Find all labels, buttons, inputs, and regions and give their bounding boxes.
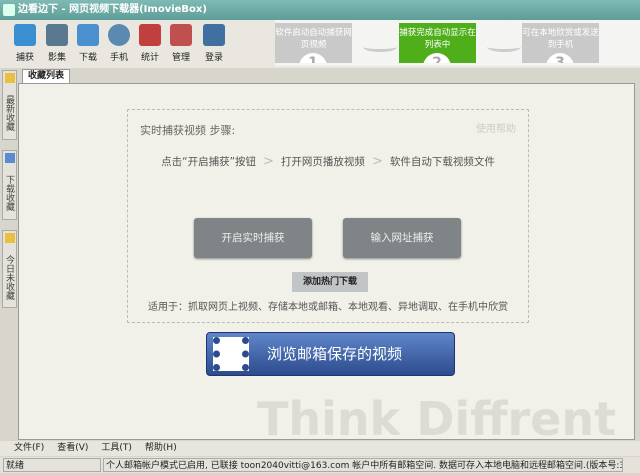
chart-icon [139, 24, 161, 46]
side-tab-1[interactable]: 最新收藏 [2, 70, 17, 140]
tab-favorites[interactable]: 收藏列表 [22, 69, 71, 83]
step-text: 捕获完成自动显示在列表中 [399, 28, 476, 50]
download-icon [77, 24, 99, 46]
url-capture-button[interactable]: 输入网址捕获 [343, 218, 461, 258]
label: 手机 [109, 53, 128, 63]
flow-step: 打开网页播放视频 [280, 156, 365, 168]
heading: 实时捕获视频 步骤: [140, 124, 236, 137]
add-hot-download-button[interactable]: 添加热门下载 [292, 272, 368, 292]
film-icon [46, 24, 68, 46]
menu-file[interactable]: 文件(F) [14, 443, 44, 453]
watermark: Think Diffrent [257, 392, 617, 440]
arrow-icon [487, 42, 521, 52]
usage-text: 适用于：抓取网页上视频、存储本地或邮箱、本地观看、异地调取、在手机中欣赏 [148, 302, 508, 313]
menu-tools[interactable]: 工具(T) [101, 443, 132, 453]
pencil-icon [5, 233, 15, 243]
step-number: 3 [546, 53, 574, 63]
step-text: 可在本地欣赏或发送到手机 [522, 28, 599, 50]
steps-banner: 软件启动自动捕获网页视频 1 捕获完成自动显示在列表中 2 可在本地欣赏或发送到手机… [275, 20, 640, 66]
label: 登录 [204, 53, 223, 63]
app-icon [3, 4, 15, 16]
status-bar: 就绪 个人邮箱帐户模式已启用, 已联接 toon2040vitti@163.co… [0, 457, 640, 473]
label: 下载 [78, 53, 97, 63]
label: 捕获 [15, 53, 34, 63]
main-panel: 实时捕获视频 步骤: 使用帮助 点击“开启捕获”按钮 > 打开网页播放视频 > 软件自动… [18, 83, 635, 440]
step-2: 捕获完成自动显示在列表中 2 [399, 23, 476, 63]
download-icon [5, 153, 15, 163]
label: 今日未收藏 [4, 254, 14, 300]
browse-mailbox-videos-button[interactable]: 浏览邮箱保存的视频 [206, 332, 455, 376]
menu-view[interactable]: 查看(V) [57, 443, 88, 453]
label: 影集 [47, 53, 66, 63]
capture-steps-box: 实时捕获视频 步骤: 使用帮助 点击“开启捕获”按钮 > 打开网页播放视频 > 软件自动… [127, 109, 529, 323]
title-bar: 边看边下 - 网页视频下载器(ImovieBox) [0, 0, 640, 20]
status-ready: 就绪 [3, 458, 101, 472]
film-icon [213, 337, 249, 371]
label: 最新收藏 [4, 95, 14, 131]
step-number: 2 [423, 53, 451, 63]
mail-server-icon [203, 24, 225, 46]
flow-step: 点击“开启捕获”按钮 [161, 156, 257, 168]
pencil-icon [5, 73, 15, 83]
chevron-right-icon: > [371, 154, 383, 169]
label: 浏览邮箱保存的视频 [267, 345, 403, 363]
step-text: 软件启动自动捕获网页视频 [275, 28, 352, 50]
toolbar-manage-button[interactable]: 管理 [166, 24, 196, 63]
label: 下载收藏 [4, 175, 14, 211]
tab-strip: 收藏列表 [18, 68, 640, 83]
help-link[interactable]: 使用帮助 [476, 120, 516, 135]
toolbar-capture-button[interactable]: 捕获 [10, 24, 40, 63]
toolbar-phone-button[interactable]: 手机 [104, 24, 134, 63]
signal-tower-icon [108, 24, 130, 46]
side-tab-2[interactable]: 下载收藏 [2, 150, 17, 220]
toolbar-stats-button[interactable]: 统计 [135, 24, 165, 63]
flow-step: 软件自动下载视频文件 [389, 156, 495, 168]
window-title: 边看边下 - 网页视频下载器(ImovieBox) [18, 4, 207, 15]
side-tabs: 最新收藏 下载收藏 今日未收藏 [0, 68, 18, 440]
step-3: 可在本地欣赏或发送到手机 3 [522, 23, 599, 63]
chevron-right-icon: > [263, 154, 274, 169]
step-1: 软件启动自动捕获网页视频 1 [275, 23, 352, 63]
toolbar-download-button[interactable]: 下载 [73, 24, 103, 63]
start-capture-button[interactable]: 开启实时捕获 [194, 218, 312, 258]
toolbar-album-button[interactable]: 影集 [42, 24, 72, 63]
capture-icon [14, 24, 36, 46]
database-icon [170, 24, 192, 46]
menu-bar: 文件(F) 查看(V) 工具(T) 帮助(H) [0, 441, 640, 456]
label: 统计 [140, 53, 159, 63]
menu-help[interactable]: 帮助(H) [145, 443, 177, 453]
flow: 点击“开启捕获”按钮 > 打开网页播放视频 > 软件自动下载视频文件 [128, 154, 528, 169]
status-message: 个人邮箱帐户模式已启用, 已联接 toon2040vitti@163.com 帐… [103, 458, 623, 472]
toolbar-login-button[interactable]: 登录 [199, 24, 229, 63]
label: 管理 [171, 53, 190, 63]
side-tab-3[interactable]: 今日未收藏 [2, 230, 17, 308]
arrow-icon [363, 42, 397, 52]
step-number: 1 [299, 53, 327, 63]
